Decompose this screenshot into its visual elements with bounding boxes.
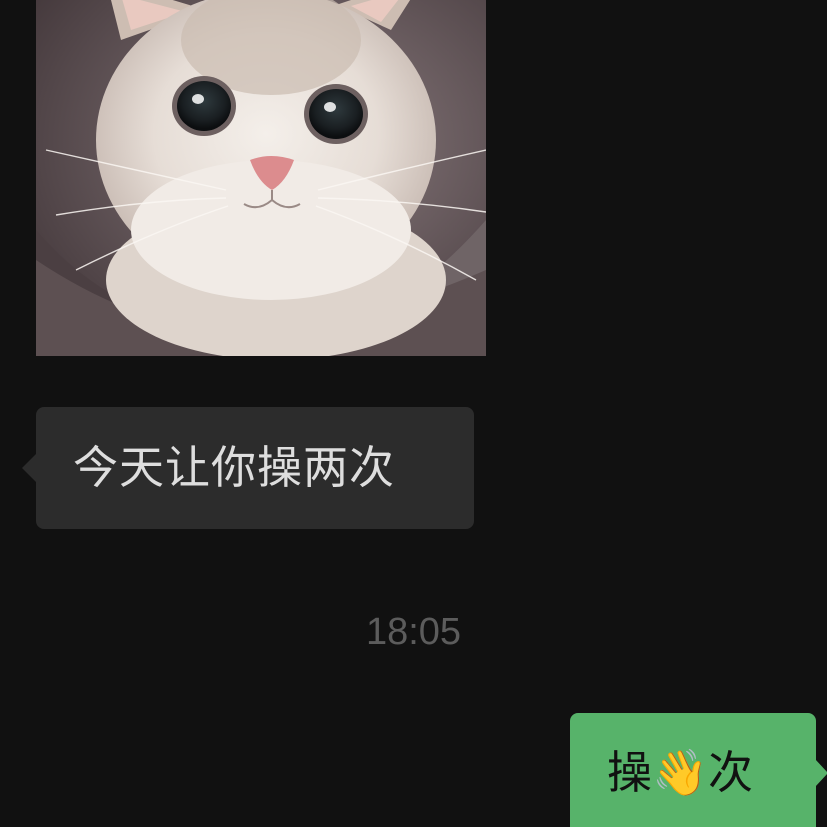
incoming-message-bubble[interactable]: 今天让你操两次 xyxy=(22,407,474,529)
message-timestamp: 18:05 xyxy=(365,611,462,653)
outgoing-message-text: 操👋次 xyxy=(607,746,754,799)
chat-message-list[interactable]: 今天让你操两次 18:05 操👋次 xyxy=(0,0,827,827)
image-message[interactable] xyxy=(36,0,486,356)
incoming-message-text: 今天让你操两次 xyxy=(73,441,396,494)
cat-photo xyxy=(36,0,486,356)
outgoing-message-bubble[interactable]: 操👋次 xyxy=(570,713,827,827)
